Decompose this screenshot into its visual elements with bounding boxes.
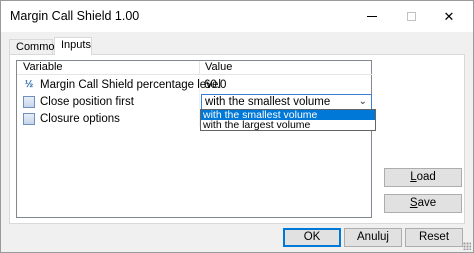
- close-position-select[interactable]: with the smallest volume ⌄: [201, 94, 372, 110]
- maximize-icon: [406, 12, 416, 21]
- variable-name: Margin Call Shield percentage level: [17, 77, 221, 93]
- minimize-button[interactable]: [354, 1, 390, 32]
- dialog-window: Margin Call Shield 1.00 ✕ Common Inputs …: [0, 0, 474, 253]
- table-row[interactable]: ½ Margin Call Shield percentage level 60…: [17, 77, 372, 93]
- cancel-button[interactable]: Anuluj: [344, 228, 402, 247]
- minimize-icon: [367, 16, 377, 17]
- maximize-button: [393, 1, 429, 32]
- select-value: with the smallest volume: [205, 96, 331, 108]
- tab-inputs[interactable]: Inputs: [54, 37, 92, 55]
- resize-grip-icon[interactable]: [463, 242, 471, 250]
- value-field[interactable]: 60.0: [200, 77, 372, 93]
- close-icon: ✕: [443, 8, 455, 24]
- tab-common[interactable]: Common: [9, 39, 61, 55]
- variable-name: Close position first: [17, 94, 200, 110]
- chevron-down-icon[interactable]: ⌄: [359, 95, 367, 109]
- dropdown-list: with the smallest volume with the larges…: [200, 109, 376, 131]
- close-button[interactable]: ✕: [431, 1, 467, 32]
- dropdown-option-largest[interactable]: with the largest volume: [201, 120, 375, 131]
- column-header-variable[interactable]: Variable: [17, 61, 200, 75]
- ok-button[interactable]: OK: [283, 228, 341, 247]
- inputs-panel: Variable Value ½ Margin Call Shield perc…: [9, 54, 465, 224]
- load-button[interactable]: Load: [384, 168, 462, 187]
- title-bar[interactable]: Margin Call Shield 1.00 ✕: [1, 1, 473, 32]
- save-label: ave: [417, 197, 437, 209]
- load-label: oad: [416, 171, 436, 183]
- table-row[interactable]: Close position first with the smallest v…: [17, 94, 372, 110]
- save-button[interactable]: Save: [384, 194, 462, 213]
- save-label-accel: S: [409, 197, 418, 209]
- variable-name: Closure options: [17, 111, 200, 127]
- inputs-grid: Variable Value ½ Margin Call Shield perc…: [16, 60, 372, 218]
- window-title: Margin Call Shield 1.00: [10, 9, 140, 23]
- reset-button[interactable]: Reset: [405, 228, 463, 247]
- column-header-value[interactable]: Value: [200, 61, 372, 75]
